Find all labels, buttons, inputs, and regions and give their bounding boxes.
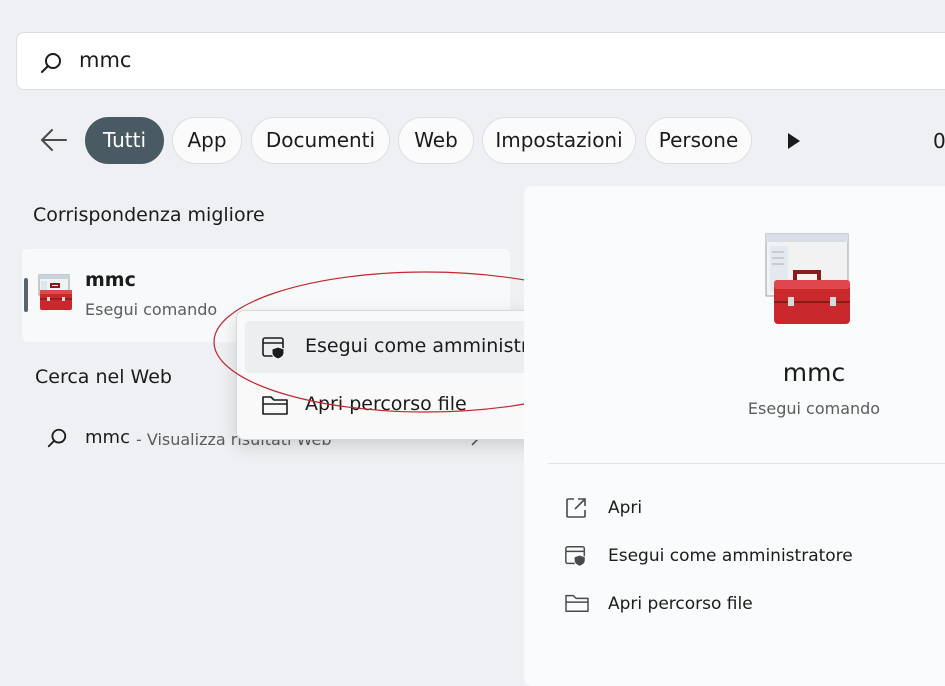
web-search-heading: Cerca nel Web (35, 366, 172, 388)
action-label: Apri (608, 498, 643, 518)
action-label: Apri percorso file (608, 594, 753, 614)
detail-app-type: Esegui comando (747, 399, 881, 418)
tab-settings[interactable]: Impostazioni (482, 117, 636, 164)
result-name: mmc (85, 269, 136, 291)
search-box[interactable]: mmc (16, 32, 945, 90)
divider (548, 463, 945, 464)
search-icon (47, 428, 67, 448)
action-open[interactable]: Apri (564, 494, 894, 524)
action-open-file-location[interactable]: Apri percorso file (564, 590, 894, 620)
folder-icon (565, 594, 589, 612)
best-match-heading: Corrispondenza migliore (33, 204, 265, 226)
open-external-icon (566, 498, 586, 518)
shield-window-icon (565, 546, 586, 567)
selection-indicator (24, 278, 28, 312)
detail-pane: mmc Esegui comando Apri Esegui come ammi… (524, 186, 945, 686)
search-input[interactable]: mmc (79, 48, 131, 72)
folder-icon (262, 396, 288, 415)
action-run-as-admin[interactable]: Esegui come amministratore (564, 542, 894, 572)
tab-apps[interactable]: App (172, 117, 242, 164)
mmc-toolbox-icon (38, 274, 72, 310)
shield-window-icon (262, 337, 285, 360)
web-search-query: mmc (85, 427, 130, 448)
clipped-edge-text: 0 (933, 129, 945, 153)
mmc-toolbox-icon (765, 233, 850, 324)
tab-documents[interactable]: Documenti (251, 117, 390, 164)
search-icon (41, 53, 61, 73)
context-item-label: Apri percorso file (305, 393, 467, 415)
result-type: Esegui comando (85, 300, 218, 319)
tab-people[interactable]: Persone (645, 117, 752, 164)
action-label: Esegui come amministratore (608, 546, 853, 566)
more-tabs-arrow-icon[interactable] (786, 132, 802, 150)
tab-all[interactable]: Tutti (85, 117, 164, 164)
tab-web[interactable]: Web (398, 117, 474, 164)
detail-app-name: mmc (782, 358, 846, 387)
back-arrow-icon[interactable] (38, 124, 70, 156)
